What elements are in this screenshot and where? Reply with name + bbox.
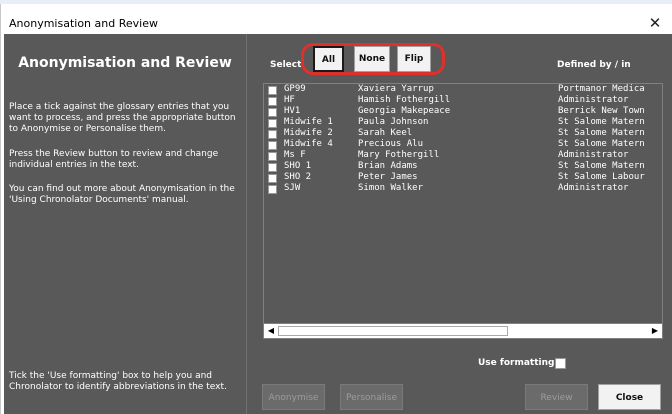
list-item[interactable]: HV1 Georgia Makepeace Berrick New Town (264, 106, 662, 117)
entry-name: Mary Fothergill (358, 150, 440, 160)
entry-name: Paula Johnson (358, 117, 429, 127)
entry-abbreviation: Midwife 1 (284, 117, 333, 127)
entry-abbreviation: HV1 (284, 106, 301, 116)
entry-abbreviation: Midwife 2 (284, 128, 333, 138)
select-all-button[interactable]: All (313, 46, 344, 72)
dialog-client-area: Anonymisation and Review Place a tick ag… (4, 34, 672, 414)
entry-name: Hamish Fothergill (358, 95, 451, 105)
entry-name: Brian Adams (358, 161, 418, 171)
entry-abbreviation: GP99 (284, 84, 306, 94)
entry-defined-by: St Salome Labour (558, 172, 645, 182)
entry-checkbox[interactable] (268, 108, 277, 117)
window-title: Anonymisation and Review (9, 17, 158, 30)
entry-name: Simon Walker (358, 183, 424, 193)
entry-checkbox[interactable] (268, 163, 277, 172)
entry-abbreviation: Midwife 4 (284, 139, 333, 149)
entry-defined-by: St Salome Matern (558, 139, 645, 149)
entry-defined-by: St Salome Matern (558, 128, 645, 138)
entry-defined-by: Administrator (558, 150, 629, 160)
entry-abbreviation: SJW (284, 183, 301, 193)
entry-abbreviation: Ms F (284, 150, 306, 160)
use-formatting-checkbox[interactable] (555, 358, 566, 369)
list-item[interactable]: Ms F Mary Fothergill Administrator (264, 150, 662, 161)
side-heading: Anonymisation and Review (18, 55, 232, 71)
entry-defined-by: Administrator (558, 95, 629, 105)
close-icon[interactable]: ✕ (647, 14, 663, 32)
entry-name: Sarah Keel (358, 128, 413, 138)
use-formatting-label: Use formatting (478, 358, 555, 368)
anonymise-button[interactable]: Anonymise (262, 384, 325, 410)
list-item[interactable]: Midwife 1 Paula Johnson St Salome Matern (264, 117, 662, 128)
entry-name: Georgia Makepeace (358, 106, 451, 116)
entry-abbreviation: HF (284, 95, 295, 105)
entry-checkbox[interactable] (268, 119, 277, 128)
entry-abbreviation: SHO 2 (284, 172, 312, 182)
entry-name: Peter James (358, 172, 418, 182)
list-item[interactable]: Midwife 2 Sarah Keel St Salome Matern (264, 128, 662, 139)
select-label: Select (270, 60, 302, 70)
review-button[interactable]: Review (525, 384, 588, 410)
entry-defined-by: Administrator (558, 183, 629, 193)
select-none-button[interactable]: None (354, 46, 390, 72)
glossary-list[interactable]: GP99 Xaviera Yarrup Portmanor Medica HF … (263, 83, 663, 339)
list-item[interactable]: SJW Simon Walker Administrator (264, 183, 662, 194)
list-item[interactable]: SHO 2 Peter James St Salome Labour (264, 172, 662, 183)
panel-divider (246, 34, 247, 414)
entry-checkbox[interactable] (268, 141, 277, 150)
formatting-hint: Tick the 'Use formatting' box to help yo… (9, 371, 227, 392)
list-item[interactable]: HF Hamish Fothergill Administrator (264, 95, 662, 106)
select-flip-button[interactable]: Flip (397, 46, 431, 72)
scroll-right-icon[interactable]: ▶ (649, 326, 661, 336)
entry-name: Xaviera Yarrup (358, 84, 434, 94)
horizontal-scrollbar[interactable]: ◀ ▶ (263, 323, 663, 339)
close-button[interactable]: Close (598, 384, 661, 410)
list-item[interactable]: GP99 Xaviera Yarrup Portmanor Medica (264, 84, 662, 95)
entry-checkbox[interactable] (268, 130, 277, 139)
personalise-button[interactable]: Personalise (340, 384, 403, 410)
entry-defined-by: Portmanor Medica (558, 84, 645, 94)
entry-checkbox[interactable] (268, 86, 277, 95)
defined-by-header: Defined by / in (557, 60, 631, 70)
instructions-paragraph-3: You can find out more about Anonymisatio… (9, 184, 235, 205)
list-item[interactable]: SHO 1 Brian Adams St Salome Matern (264, 161, 662, 172)
entry-defined-by: St Salome Matern (558, 161, 645, 171)
entry-defined-by: Berrick New Town (558, 106, 645, 116)
entry-checkbox[interactable] (268, 97, 277, 106)
instructions-paragraph-2: Press the Review button to review and ch… (9, 149, 219, 170)
scroll-left-icon[interactable]: ◀ (265, 326, 277, 336)
entry-defined-by: St Salome Matern (558, 117, 645, 127)
instructions-paragraph-1: Place a tick against the glossary entrie… (9, 102, 236, 134)
side-panel: Anonymisation and Review Place a tick ag… (4, 34, 246, 414)
entry-name: Precious Alu (358, 139, 424, 149)
scroll-thumb[interactable] (278, 326, 508, 336)
entry-checkbox[interactable] (268, 185, 277, 194)
entry-checkbox[interactable] (268, 174, 277, 183)
entry-checkbox[interactable] (268, 152, 277, 161)
entry-abbreviation: SHO 1 (284, 161, 312, 171)
list-item[interactable]: Midwife 4 Precious Alu St Salome Matern (264, 139, 662, 150)
